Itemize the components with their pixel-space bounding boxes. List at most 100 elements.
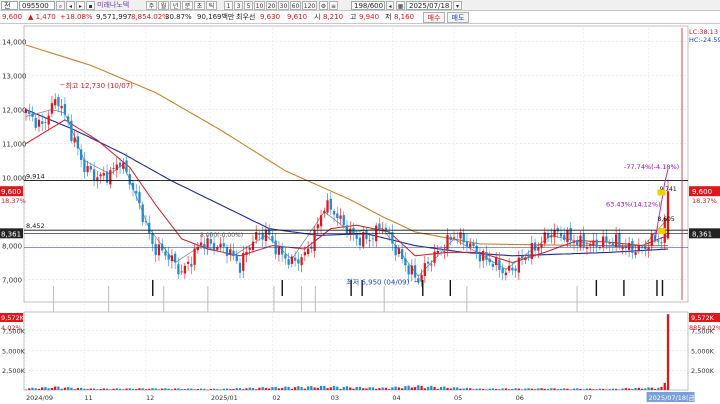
volume-bar xyxy=(264,388,268,390)
volume-bar xyxy=(222,388,225,390)
candle-body xyxy=(417,278,420,283)
sell-button[interactable]: 매도 xyxy=(447,12,469,23)
candle-body xyxy=(404,258,407,266)
candle-body xyxy=(154,243,157,255)
volume-bar xyxy=(232,388,235,390)
candle-body xyxy=(332,210,336,215)
date-picker-button[interactable]: ▾ xyxy=(453,1,462,10)
price-tick-label: 10,000 xyxy=(2,175,27,183)
candle-body xyxy=(89,165,92,170)
favorite-button[interactable]: ▪ xyxy=(86,1,95,10)
volume-bar xyxy=(63,387,67,390)
list-icon: ≡ xyxy=(330,3,337,10)
volume-bar xyxy=(306,386,310,390)
candle-body xyxy=(174,253,177,263)
date-tick-label: 2025/01 xyxy=(211,394,238,402)
date-input[interactable]: 2025/07/18 xyxy=(406,1,452,10)
candle-body xyxy=(394,244,397,256)
volume-bar xyxy=(485,389,488,390)
candle-body xyxy=(180,271,183,273)
candle-body xyxy=(585,247,589,249)
volume-bar xyxy=(177,388,180,390)
volume-bar xyxy=(449,388,452,390)
volume-bar xyxy=(488,388,491,390)
price-change-pct: +18.08% xyxy=(60,13,93,21)
volume-bar xyxy=(352,388,355,390)
search-button[interactable]: ⌕ xyxy=(56,1,65,10)
volume-bar xyxy=(83,388,86,390)
lc-label: LC:38.13 xyxy=(689,28,718,36)
volume-bar xyxy=(426,386,430,390)
minute-1[interactable]: 1 xyxy=(224,1,233,10)
period-weekly[interactable]: 주 xyxy=(146,1,157,10)
candle-body xyxy=(456,238,459,240)
period-monthly[interactable]: 월 xyxy=(158,1,169,10)
candle-body xyxy=(537,247,540,251)
minute-120[interactable]: 120 xyxy=(302,1,317,10)
volume-bar xyxy=(527,388,530,390)
volume-bar xyxy=(109,389,112,390)
period-yearly[interactable]: 년 xyxy=(170,1,181,10)
volume-bar xyxy=(592,389,595,390)
volume-bar xyxy=(148,388,151,390)
minute-60[interactable]: 60 xyxy=(290,1,301,10)
buy-button[interactable]: 매수 xyxy=(423,12,445,23)
volume-bar xyxy=(650,387,653,390)
period-minute[interactable]: 분 xyxy=(182,1,193,10)
next-stock-button[interactable]: ▸ xyxy=(76,1,85,10)
page-prev-button[interactable]: ◂ xyxy=(386,1,394,10)
price-marker-yellow-low xyxy=(657,227,666,234)
page-counter[interactable]: 198/600 xyxy=(351,1,385,10)
volume-bar xyxy=(157,389,161,390)
volume-bar xyxy=(31,387,34,390)
best-quote-label: 최우선 xyxy=(236,13,256,21)
candle-body xyxy=(251,241,255,251)
settings-button[interactable]: ⚙ xyxy=(319,1,328,10)
candle-body xyxy=(426,261,430,264)
candle-body xyxy=(138,192,141,204)
low-label: 저 xyxy=(385,13,392,21)
prev-stock-button[interactable]: ◂ xyxy=(66,1,75,10)
flag-icon: ▪ xyxy=(88,3,93,10)
volume-bar xyxy=(504,388,508,390)
candle-body xyxy=(264,229,268,242)
date-tick-label: 2024/09 xyxy=(26,394,53,402)
volume-tick-label-right: 2,500K xyxy=(691,367,715,375)
volume-bar xyxy=(131,388,135,390)
volume-bar xyxy=(225,388,229,390)
market-select[interactable]: 전 xyxy=(1,1,18,10)
list-button[interactable]: ≡ xyxy=(329,1,338,10)
candle-body xyxy=(261,232,264,240)
volume-bar xyxy=(73,389,76,390)
volume-bar xyxy=(378,388,381,390)
volume-bar xyxy=(452,387,456,390)
volume-bar xyxy=(358,386,362,390)
calendar-button[interactable]: ▦ xyxy=(396,1,405,10)
trade-amount: 90,169백만 xyxy=(197,13,235,21)
minute-10[interactable]: 10 xyxy=(254,1,265,10)
candle-body xyxy=(47,115,50,125)
candle-body xyxy=(190,263,193,267)
candle-body xyxy=(433,251,436,263)
right-line-label: 8,361 xyxy=(692,230,712,238)
candle-body xyxy=(546,233,550,239)
volume-bar xyxy=(553,388,556,390)
candle-body xyxy=(203,243,206,249)
volume-bar xyxy=(60,388,63,390)
minute-3[interactable]: 3 xyxy=(234,1,243,10)
stock-code-input[interactable]: 095500 xyxy=(19,1,55,10)
volume-bar xyxy=(569,389,572,391)
volume-bar xyxy=(209,388,212,390)
volume-bar xyxy=(459,388,462,390)
period-second[interactable]: 초 xyxy=(194,1,205,10)
stock-chart[interactable]: 9,914 8,452 최고 12,730 (10/07) 최저 6,950 (04… xyxy=(0,24,720,404)
high-annotation: 최고 12,730 (10/07) xyxy=(65,81,133,90)
period-tick[interactable]: 틱 xyxy=(206,1,217,10)
volume-bar xyxy=(319,385,323,390)
price-tick-label: 8,000 xyxy=(2,243,22,251)
minute-5[interactable]: 5 xyxy=(244,1,253,10)
candle-body xyxy=(592,240,595,246)
price-tick-label: 14,000 xyxy=(2,39,27,47)
minute-20[interactable]: 20 xyxy=(266,1,277,10)
minute-30[interactable]: 30 xyxy=(278,1,289,10)
